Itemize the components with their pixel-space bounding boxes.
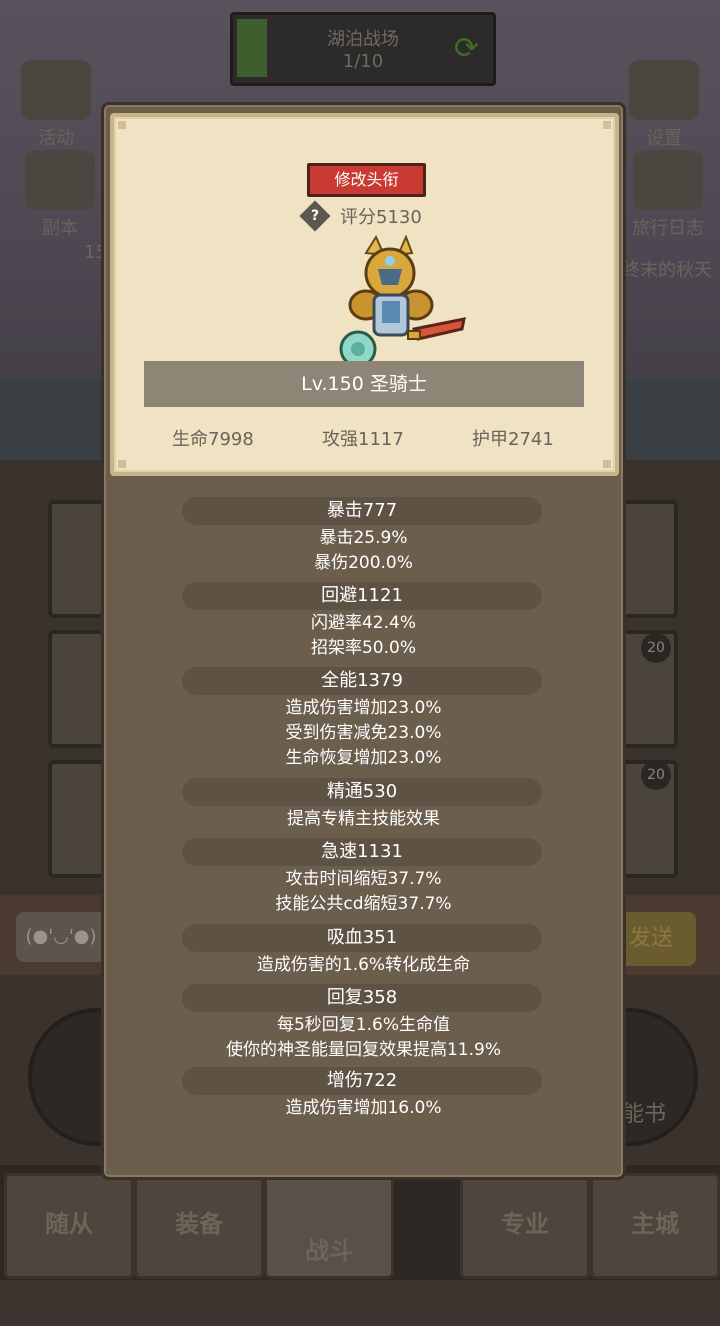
attr-line: 暴伤200.0% — [314, 553, 413, 573]
character-card: 修改头衔 ? 评分5130 Lv.150 圣骑士 生命7998 攻强1117 护… — [110, 113, 619, 476]
settings-button[interactable]: 设置 — [622, 60, 706, 150]
activity-button[interactable]: 活动 — [14, 60, 98, 150]
attr-line: 技能公共cd缩短37.7% — [275, 894, 452, 914]
attr-line: 暴击25.9% — [319, 528, 408, 548]
attr-line: 使你的神圣能量回复效果提高11.9% — [225, 1040, 501, 1060]
paladin-avatar — [339, 235, 466, 373]
attr-line: 招架率50.0% — [310, 638, 416, 658]
bottom-nav: 随从 装备 战斗 专业 主城 — [0, 1165, 720, 1280]
attr-mastery-header: 精通530 — [182, 778, 542, 806]
attr-line: 造成伤害增加16.0% — [285, 1098, 442, 1118]
card-corner — [118, 460, 126, 468]
character-stats-panel: 修改头衔 ? 评分5130 Lv.150 圣骑士 生命7998 攻强1117 护… — [101, 102, 626, 1180]
hp-stat: 生命7998 — [172, 429, 254, 450]
chat-input[interactable]: (●'◡'●) — [16, 912, 106, 962]
attr-avoidance-header: 回避1121 — [182, 582, 542, 610]
nav-main-city[interactable]: 主城 — [590, 1173, 720, 1279]
score-row: ? 评分5130 — [299, 200, 422, 232]
refresh-icon[interactable]: ⟳ — [454, 31, 479, 66]
core-stats-row: 生命7998 攻强1117 护甲2741 — [114, 425, 615, 455]
card-corner — [118, 121, 126, 129]
rename-title-button[interactable]: 修改头衔 — [307, 163, 426, 197]
attr-line: 受到伤害减免23.0% — [285, 723, 442, 743]
attack-stat: 攻强1117 — [322, 429, 404, 450]
journal-label: 旅行日志 — [632, 218, 704, 239]
attr-line: 闪避率42.4% — [310, 613, 416, 633]
attr-regen-header: 回复358 — [182, 984, 542, 1012]
dungeon-button[interactable]: 副本 — [20, 150, 100, 240]
attr-line: 生命恢复增加23.0% — [285, 748, 442, 768]
card-corner — [603, 460, 611, 468]
attr-damage-bonus-header: 增伤722 — [182, 1067, 542, 1095]
activity-icon — [21, 60, 91, 120]
attr-versatility-header: 全能1379 — [182, 667, 542, 695]
attr-line: 提高专精主技能效果 — [287, 809, 440, 829]
armor-stat: 护甲2741 — [472, 429, 554, 450]
score-text: 评分5130 — [340, 207, 422, 228]
level-class-bar: Lv.150 圣骑士 — [144, 361, 584, 407]
attr-crit-header: 暴击777 — [182, 497, 542, 525]
nav-followers[interactable]: 随从 — [4, 1173, 134, 1279]
gear-icon — [629, 60, 699, 120]
count-badge: 20 — [641, 760, 671, 790]
nav-equipment[interactable]: 装备 — [134, 1173, 264, 1279]
attr-haste-header: 急速1131 — [182, 838, 542, 866]
attr-line: 每5秒回复1.6%生命值 — [276, 1015, 450, 1035]
attr-line: 造成伤害增加23.0% — [285, 698, 442, 718]
skill-book-label: 能书 — [622, 1102, 667, 1127]
card-corner — [603, 121, 611, 129]
dungeon-icon — [25, 150, 95, 210]
attr-line: 攻击时间缩短37.7% — [285, 869, 442, 889]
activity-label: 活动 — [38, 128, 74, 149]
battle-progress-banner[interactable]: 湖泊战场 1/10 ⟳ — [230, 12, 496, 86]
dungeon-label: 副本 — [42, 218, 78, 239]
help-icon[interactable]: ? — [299, 200, 331, 232]
settings-label: 设置 — [646, 128, 682, 149]
attr-line: 造成伤害的1.6%转化成生命 — [256, 955, 471, 975]
attr-lifesteal-header: 吸血351 — [182, 924, 542, 952]
journal-icon — [633, 150, 703, 210]
nav-profession[interactable]: 专业 — [460, 1173, 590, 1279]
season-text: 终末的秋天 — [622, 260, 712, 281]
count-badge: 20 — [641, 633, 671, 663]
nav-battle[interactable]: 战斗 — [264, 1173, 394, 1279]
journal-button[interactable]: 旅行日志 — [620, 150, 716, 240]
